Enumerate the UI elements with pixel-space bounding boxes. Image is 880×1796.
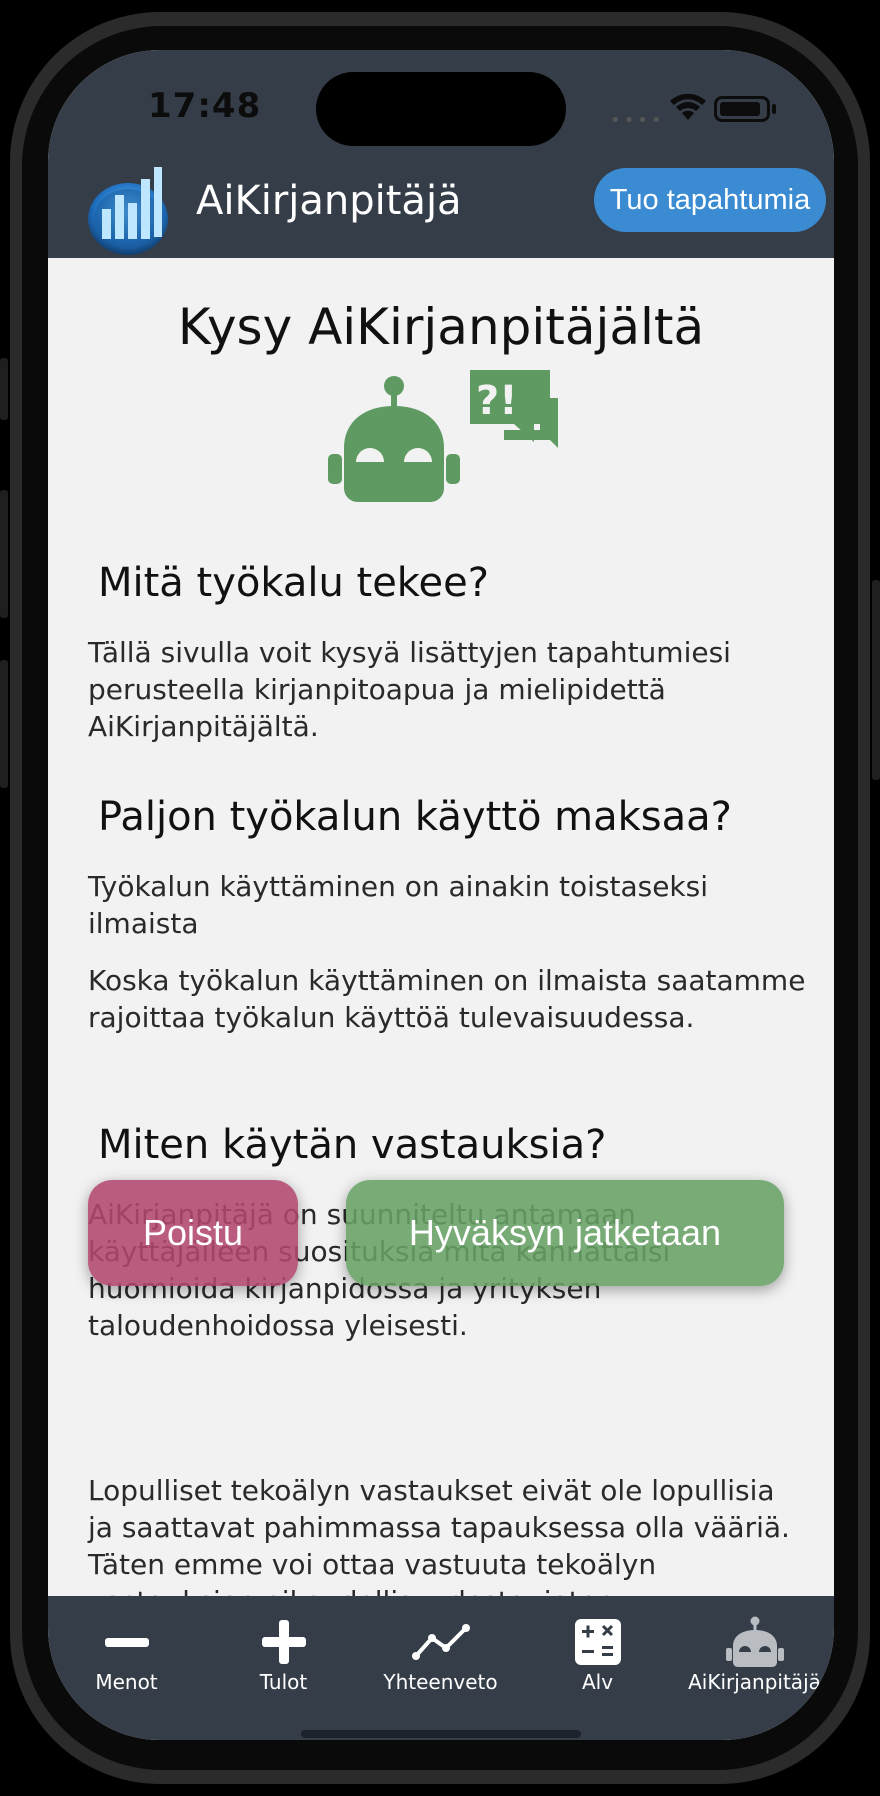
status-icons: •••• [610,90,810,131]
section-paragraph: Lopulliset tekoälyn vastaukset eivät ole… [88,1474,790,1596]
nav-label: Alv [581,1670,614,1694]
nav-label: AiKirjanpitäjä [688,1670,821,1694]
nav-label: Menot [95,1670,158,1694]
main-content[interactable]: Kysy AiKirjanpitäjältä ?! Mitä työkalu t… [48,258,834,1596]
accept-continue-button[interactable]: Hyväksyn jatketaan [346,1180,784,1286]
nav-item-menot[interactable]: Menot [48,1596,205,1696]
battery-icon [714,96,770,122]
side-button-volume-down [0,660,8,788]
wifi-icon [670,93,706,120]
exit-button[interactable]: Poistu [88,1180,298,1286]
signal-icon: •••• [610,110,665,131]
nav-item-tulot[interactable]: Tulot [205,1596,362,1696]
status-time: 17:48 [148,86,262,126]
side-button-power [872,580,880,780]
minus-icon [48,1614,205,1670]
section-heading-usage: Miten käytän vastauksia? [98,1122,607,1168]
nav-label: Tulot [259,1670,308,1694]
svg-text:?!: ?! [476,378,517,424]
section-heading-cost: Paljon työkalun käyttö maksaa? [98,794,732,840]
phone-frame: 17:48 •••• AiKirjanpitäjä Tuo tapahtumia… [0,0,880,1796]
section-paragraph: Työkalun käyttäminen on ainakin toistase… [88,870,709,940]
screen: 17:48 •••• AiKirjanpitäjä Tuo tapahtumia… [48,50,834,1740]
dynamic-island [316,72,566,146]
chart-line-icon [362,1614,519,1670]
side-button-volume-up [0,490,8,618]
nav-item-alv[interactable]: Alv [519,1596,676,1696]
nav-item-aikirjanpitaja[interactable]: AiKirjanpitäjä [676,1596,833,1696]
section-paragraph: Koska työkalun käyttäminen on ilmaista s… [88,964,806,1034]
section-paragraph: Tällä sivulla voit kysyä lisättyjen tapa… [88,636,731,743]
bottom-nav: Menot Tulot Yhteenveto Alv AiKirjanpitäj… [48,1596,834,1740]
nav-label: Yhteenveto [383,1670,498,1694]
home-indicator [301,1730,581,1738]
app-title: AiKirjanpitäjä [196,178,462,224]
plus-icon [205,1614,362,1670]
robot-icon [676,1614,833,1670]
import-events-button[interactable]: Tuo tapahtumia [594,168,826,232]
nav-item-yhteenveto[interactable]: Yhteenveto [362,1596,519,1696]
battery-tip [772,104,776,114]
section-heading-what: Mitä työkalu tekee? [98,560,489,606]
calculator-icon [519,1614,676,1670]
app-logo-icon [88,167,168,255]
page-title: Kysy AiKirjanpitäjältä [177,298,705,356]
side-button-action [0,358,8,420]
app-header: 17:48 •••• AiKirjanpitäjä Tuo tapahtumia [48,50,834,258]
robot-chat-icon: ?! [328,370,558,502]
